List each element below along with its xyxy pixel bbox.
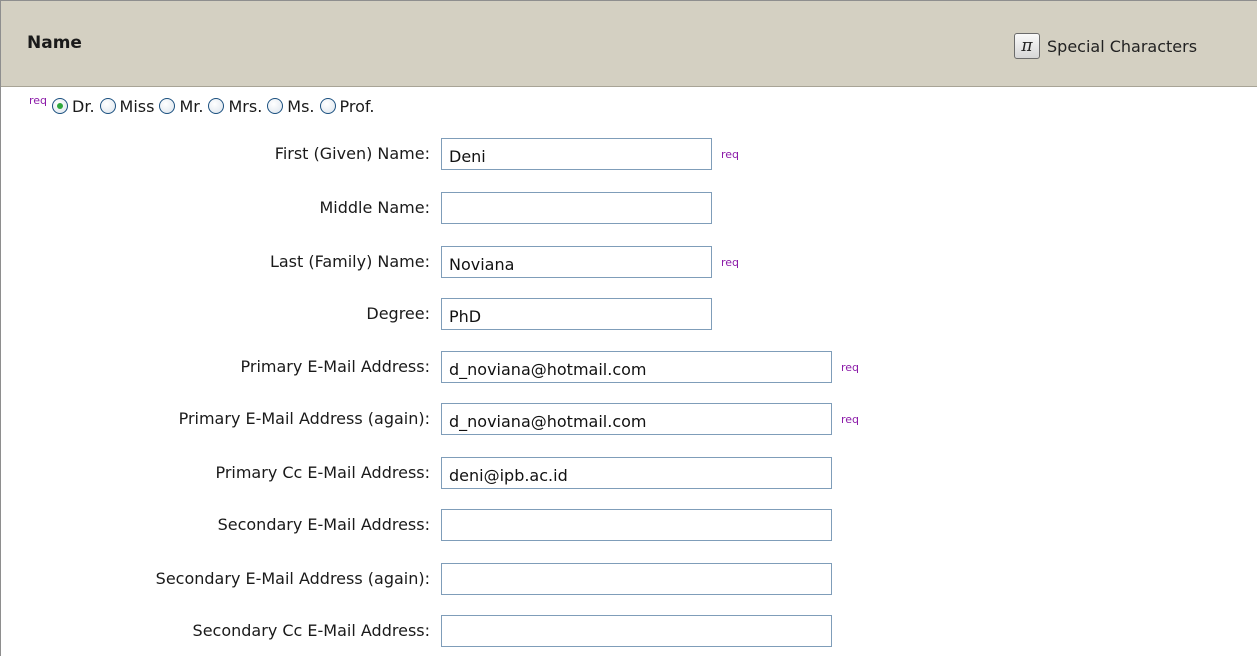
secondary-cc-email-input[interactable] [441,615,832,647]
salutation-option-mr[interactable]: Mr. [159,97,203,116]
degree-input[interactable] [441,298,712,330]
degree-row: Degree: [1,298,1257,330]
section-header: Name π Special Characters [1,1,1257,87]
primary-email-again-required-marker: req [841,413,860,426]
radio-button-mrs[interactable] [208,98,225,114]
primary-email-label: Primary E-Mail Address: [240,357,431,376]
last-name-required-marker: req [721,256,740,269]
primary-cc-email-label: Primary Cc E-Mail Address: [215,463,430,482]
radio-label-ms: Ms. [287,96,315,116]
special-characters-button[interactable]: π Special Characters [1014,27,1197,65]
radio-button-mr[interactable] [159,98,176,114]
primary-email-input[interactable] [441,351,832,383]
radio-label-mr: Mr. [179,96,204,116]
primary-email-again-input[interactable] [441,403,832,435]
last-name-input[interactable] [441,246,712,278]
last-name-label: Last (Family) Name: [269,252,430,271]
radio-button-ms[interactable] [267,98,284,114]
secondary-email-label: Secondary E-Mail Address: [217,515,430,534]
radio-button-miss[interactable] [99,98,116,114]
middle-name-input[interactable] [441,192,712,224]
primary-email-again-row: Primary E-Mail Address (again): req [1,403,1257,435]
secondary-cc-email-label: Secondary Cc E-Mail Address: [192,621,430,640]
first-name-required-marker: req [721,148,740,161]
radio-label-mrs: Mrs. [228,96,263,116]
degree-label: Degree: [366,304,430,323]
radio-label-prof: Prof. [339,96,375,116]
radio-label-dr: Dr. [72,96,95,116]
middle-name-row: Middle Name: [1,192,1257,224]
secondary-email-input[interactable] [441,509,832,541]
first-name-row: First (Given) Name: req [1,138,1257,170]
first-name-input[interactable] [441,138,712,170]
middle-name-label: Middle Name: [319,198,430,217]
secondary-email-again-input[interactable] [441,563,832,595]
salutation-required-marker: req [29,93,48,107]
first-name-label: First (Given) Name: [274,144,430,163]
radio-button-dr[interactable] [52,98,69,114]
secondary-cc-email-row: Secondary Cc E-Mail Address: [1,615,1257,647]
radio-label-miss: Miss [119,96,155,116]
salutation-radio-group: req Dr. Miss Mr. Mrs. Ms. Prof. [29,94,379,118]
pi-icon[interactable]: π [1014,33,1040,59]
salutation-option-prof[interactable]: Prof. [319,96,375,116]
secondary-email-row: Secondary E-Mail Address: [1,509,1257,541]
primary-email-again-label: Primary E-Mail Address (again): [178,409,430,428]
radio-button-prof[interactable] [319,98,336,114]
primary-email-required-marker: req [841,361,860,374]
secondary-email-again-row: Secondary E-Mail Address (again): [1,563,1257,595]
secondary-email-again-label: Secondary E-Mail Address (again): [155,569,430,588]
salutation-option-ms[interactable]: Ms. [267,96,315,116]
primary-cc-email-row: Primary Cc E-Mail Address: [1,457,1257,489]
salutation-option-miss[interactable]: Miss [99,96,155,116]
primary-cc-email-input[interactable] [441,457,832,489]
salutation-option-dr[interactable]: Dr. [52,97,95,116]
special-characters-label[interactable]: Special Characters [1047,37,1197,56]
salutation-option-mrs[interactable]: Mrs. [208,97,262,116]
primary-email-row: Primary E-Mail Address: req [1,351,1257,383]
name-section-panel: Name π Special Characters req Dr. Miss M… [0,0,1257,656]
last-name-row: Last (Family) Name: req [1,246,1257,278]
section-title: Name [27,33,82,53]
